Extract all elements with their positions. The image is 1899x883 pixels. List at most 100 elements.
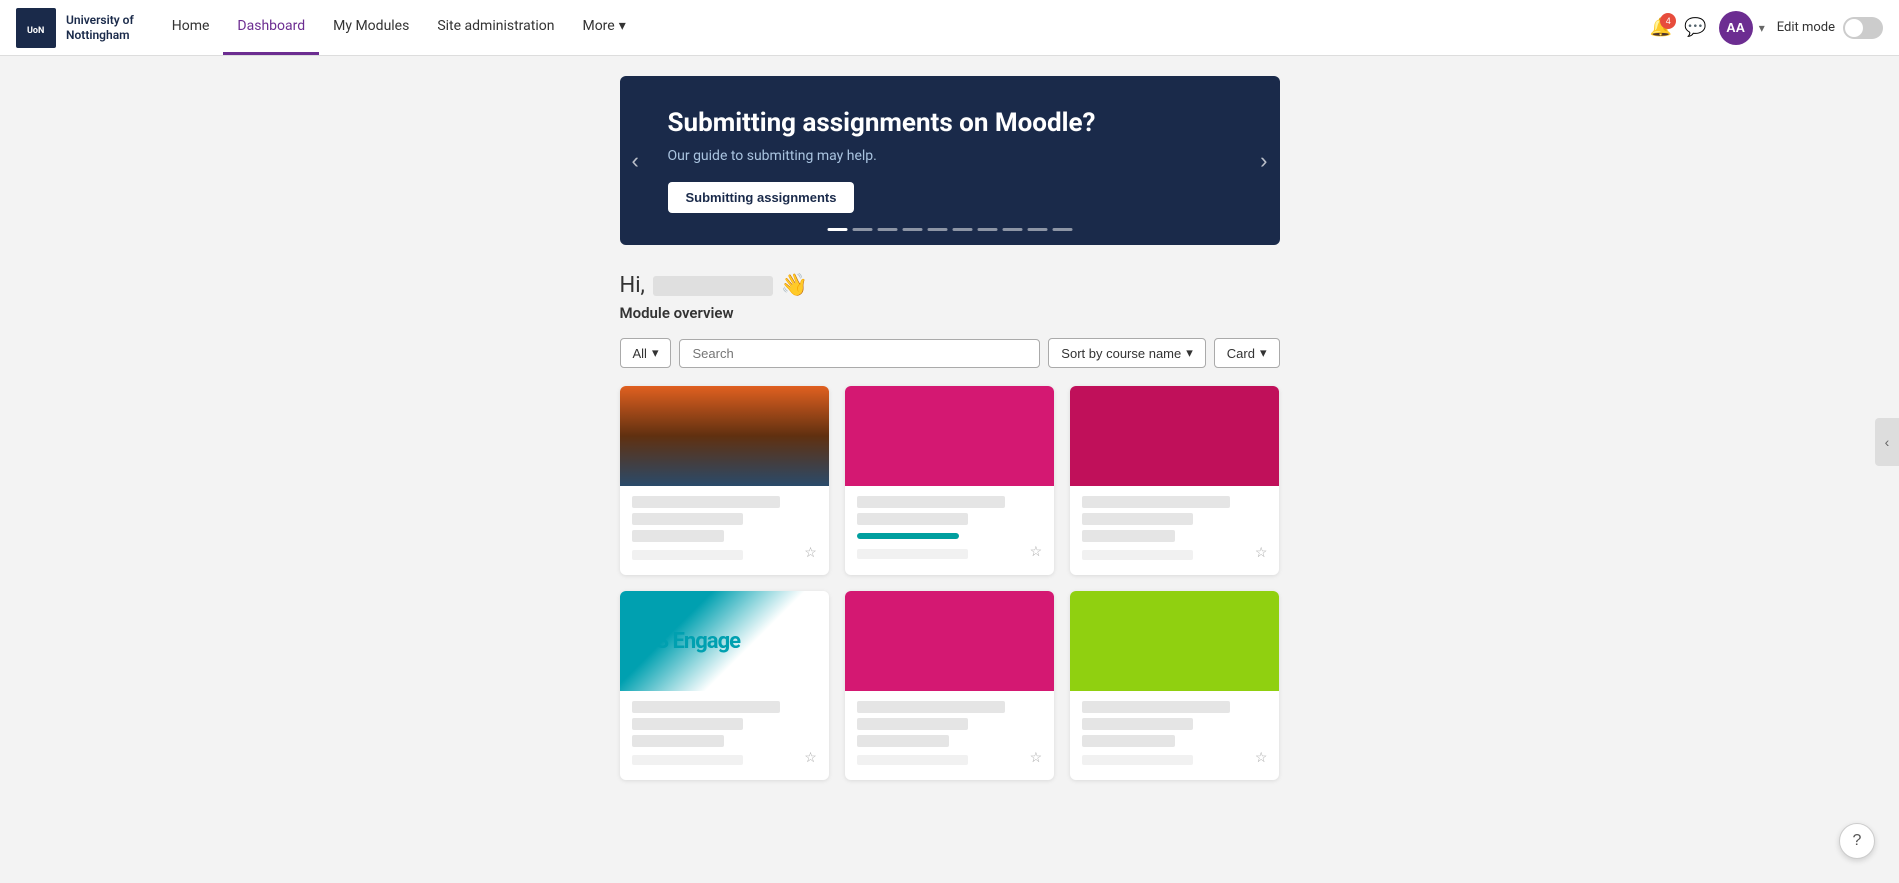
card-footer-blur-2 bbox=[857, 549, 968, 559]
course-card-2[interactable]: ☆ bbox=[845, 386, 1054, 575]
notification-badge: 4 bbox=[1660, 13, 1676, 29]
sort-button[interactable]: Sort by course name ▾ bbox=[1048, 338, 1205, 368]
carousel-dot-10[interactable] bbox=[1052, 228, 1072, 231]
main-content: ‹ Submitting assignments on Moodle? Our … bbox=[600, 56, 1300, 820]
carousel-prev-button[interactable]: ‹ bbox=[632, 148, 639, 174]
card-title-blur-3a bbox=[1082, 496, 1230, 508]
card-title-blur-1b bbox=[632, 513, 743, 525]
cards-grid: ☆ ☆ bbox=[620, 386, 1280, 780]
card-image-3 bbox=[1070, 386, 1279, 486]
banner-carousel: ‹ Submitting assignments on Moodle? Our … bbox=[620, 76, 1280, 245]
card-star-button-2[interactable]: ☆ bbox=[1030, 543, 1043, 560]
user-menu-button[interactable]: AA ▾ bbox=[1719, 11, 1765, 45]
course-card-4[interactable]: S&S Engage ☆ bbox=[620, 591, 829, 780]
chevron-down-icon: ▾ bbox=[619, 18, 626, 34]
card-image-6 bbox=[1070, 591, 1279, 691]
carousel-dot-7[interactable] bbox=[977, 228, 997, 231]
carousel-dot-3[interactable] bbox=[877, 228, 897, 231]
nav-link-dashboard[interactable]: Dashboard bbox=[223, 0, 319, 55]
main-nav: Home Dashboard My Modules Site administr… bbox=[158, 0, 1650, 55]
card-title-blur-1a bbox=[632, 496, 780, 508]
notifications-button[interactable]: 🔔 4 bbox=[1650, 17, 1672, 38]
messages-button[interactable]: 💬 bbox=[1684, 17, 1706, 38]
nav-item-dashboard: Dashboard bbox=[223, 0, 319, 55]
edit-mode-toggle-area: Edit mode bbox=[1777, 17, 1883, 39]
search-input[interactable] bbox=[679, 339, 1040, 368]
carousel-dot-4[interactable] bbox=[902, 228, 922, 231]
card-title-blur-6b bbox=[1082, 718, 1193, 730]
card-star-button-4[interactable]: ☆ bbox=[804, 749, 817, 766]
svg-text:UoN: UoN bbox=[27, 26, 44, 36]
brand-logo-link[interactable]: UoN University of Nottingham bbox=[16, 8, 134, 48]
card-title-blur-5c bbox=[857, 735, 950, 747]
view-button[interactable]: Card ▾ bbox=[1214, 338, 1280, 368]
card-image-2 bbox=[845, 386, 1054, 486]
card-image-5 bbox=[845, 591, 1054, 691]
banner-subtitle: Our guide to submitting may help. bbox=[668, 148, 1096, 164]
university-logo: UoN bbox=[16, 8, 56, 48]
nav-link-site-admin[interactable]: Site administration bbox=[423, 0, 568, 55]
navbar: UoN University of Nottingham Home Dashbo… bbox=[0, 0, 1899, 56]
carousel-dot-5[interactable] bbox=[927, 228, 947, 231]
card-star-button-5[interactable]: ☆ bbox=[1030, 749, 1043, 766]
card-image-1 bbox=[620, 386, 829, 486]
carousel-dot-6[interactable] bbox=[952, 228, 972, 231]
banner-cta-button[interactable]: Submitting assignments bbox=[668, 182, 855, 213]
card-body-2: ☆ bbox=[845, 486, 1054, 574]
card-footer-blur-5 bbox=[857, 755, 968, 765]
banner-content: Submitting assignments on Moodle? Our gu… bbox=[668, 108, 1096, 213]
card-body-6: ☆ bbox=[1070, 691, 1279, 780]
greeting-prefix: Hi, bbox=[620, 273, 645, 298]
carousel-dot-2[interactable] bbox=[852, 228, 872, 231]
course-card-6[interactable]: ☆ bbox=[1070, 591, 1279, 780]
section-title: Module overview bbox=[620, 304, 1280, 322]
banner-title: Submitting assignments on Moodle? bbox=[668, 108, 1096, 138]
card-star-button-6[interactable]: ☆ bbox=[1255, 749, 1268, 766]
card-footer-blur-6 bbox=[1082, 755, 1193, 765]
card-body-4: ☆ bbox=[620, 691, 829, 780]
greeting: Hi, 👋 bbox=[620, 273, 1280, 298]
chevron-down-icon: ▾ bbox=[1260, 345, 1267, 361]
nav-link-my-modules[interactable]: My Modules bbox=[319, 0, 423, 55]
filters-row: All ▾ Sort by course name ▾ Card ▾ bbox=[620, 338, 1280, 368]
card-title-blur-2a bbox=[857, 496, 1005, 508]
nav-link-home[interactable]: Home bbox=[158, 0, 224, 55]
card-progress-bar-2 bbox=[857, 533, 959, 539]
course-card-3[interactable]: ☆ bbox=[1070, 386, 1279, 575]
wave-emoji: 👋 bbox=[781, 273, 808, 298]
chevron-down-icon: ▾ bbox=[1759, 21, 1765, 35]
card-title-blur-5a bbox=[857, 701, 1005, 713]
card-star-button-1[interactable]: ☆ bbox=[804, 544, 817, 561]
nav-item-home: Home bbox=[158, 0, 224, 55]
help-button[interactable]: ? bbox=[1839, 823, 1875, 859]
card-title-blur-5b bbox=[857, 718, 968, 730]
card-body-1: ☆ bbox=[620, 486, 829, 575]
greeting-name-blur bbox=[653, 276, 773, 296]
card-title-blur-4a bbox=[632, 701, 780, 713]
sidebar-toggle-button[interactable]: ‹ bbox=[1875, 418, 1899, 466]
card-title-blur-4c bbox=[632, 735, 725, 747]
edit-mode-label: Edit mode bbox=[1777, 20, 1835, 35]
course-card-1[interactable]: ☆ bbox=[620, 386, 829, 575]
card-footer-blur-4 bbox=[632, 755, 743, 765]
edit-mode-toggle[interactable] bbox=[1843, 17, 1883, 39]
card-star-button-3[interactable]: ☆ bbox=[1255, 544, 1268, 561]
card-title-blur-4b bbox=[632, 718, 743, 730]
card-title-blur-6c bbox=[1082, 735, 1175, 747]
card-body-5: ☆ bbox=[845, 691, 1054, 780]
nav-item-my-modules: My Modules bbox=[319, 0, 423, 55]
nav-item-more: More ▾ bbox=[568, 0, 639, 55]
card-title-blur-3b bbox=[1082, 513, 1193, 525]
carousel-dot-9[interactable] bbox=[1027, 228, 1047, 231]
card-image-4: S&S Engage bbox=[620, 591, 829, 691]
brand-name: University of Nottingham bbox=[66, 13, 134, 42]
nav-item-site-admin: Site administration bbox=[423, 0, 568, 55]
chevron-left-icon: ‹ bbox=[1885, 434, 1890, 450]
carousel-dot-8[interactable] bbox=[1002, 228, 1022, 231]
course-card-5[interactable]: ☆ bbox=[845, 591, 1054, 780]
nav-link-more[interactable]: More ▾ bbox=[568, 0, 639, 55]
avatar: AA bbox=[1719, 11, 1753, 45]
filter-all-button[interactable]: All ▾ bbox=[620, 338, 672, 368]
carousel-next-button[interactable]: › bbox=[1260, 148, 1267, 174]
carousel-dot-1[interactable] bbox=[827, 228, 847, 231]
